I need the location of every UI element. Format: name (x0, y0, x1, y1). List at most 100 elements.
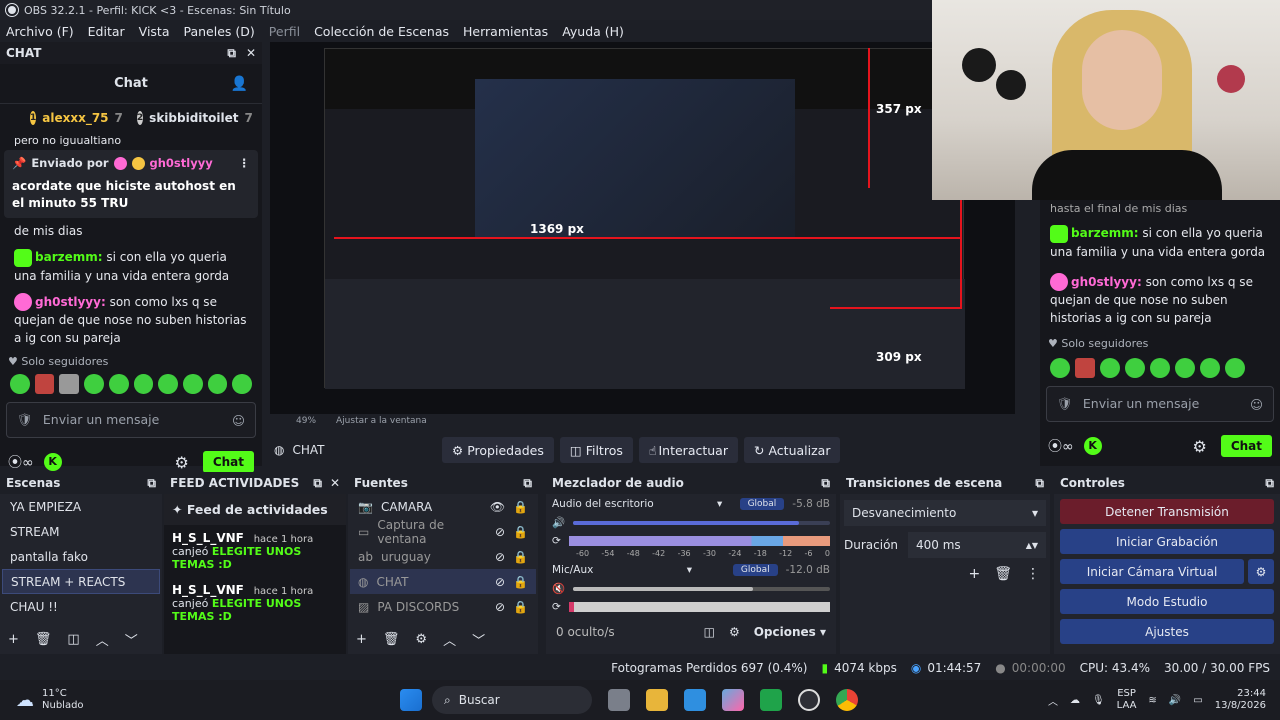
transition-select[interactable]: Desvanecimiento ▾ (844, 500, 1046, 526)
up-icon[interactable]: ︿ (443, 630, 456, 649)
down-icon[interactable]: ﹀ (125, 630, 138, 649)
undock-icon[interactable]: ⧉ (227, 46, 236, 61)
trash-icon[interactable]: 🗑 (383, 632, 400, 647)
close-icon[interactable]: ✕ (330, 476, 340, 491)
undock-icon[interactable]: ⧉ (523, 476, 532, 491)
scene-item[interactable]: STREAM (2, 519, 160, 544)
gear-icon[interactable]: ⚙ (415, 632, 427, 647)
language-indicator[interactable]: ESP LAA (1117, 688, 1137, 712)
excel-icon[interactable] (760, 689, 782, 711)
emote-icon[interactable] (158, 374, 178, 394)
more-icon[interactable]: ⋮ (1026, 566, 1040, 582)
eye-off-icon[interactable]: ⊘ (495, 575, 505, 589)
chat-button[interactable]: Chat (202, 451, 254, 473)
menu-herramientas[interactable]: Herramientas (463, 24, 548, 39)
preview-canvas[interactable]: 1369 px 357 px 309 px (270, 42, 1015, 414)
trash-icon[interactable]: 🗑 (35, 632, 52, 647)
filters-button[interactable]: ◫ Filtros (559, 437, 633, 463)
stop-stream-button[interactable]: Detener Transmisión (1060, 499, 1274, 524)
emoji-icon[interactable]: ☺ (1250, 397, 1263, 412)
emoji-icon[interactable]: ☺ (232, 413, 245, 428)
add-icon[interactable]: + (356, 632, 367, 647)
emote-icon[interactable] (84, 374, 104, 394)
virtual-camera-button[interactable]: Iniciar Cámara Virtual (1060, 559, 1244, 584)
task-view-icon[interactable] (608, 689, 630, 711)
undock-icon[interactable]: ⧉ (147, 476, 156, 491)
copilot-icon[interactable] (722, 689, 744, 711)
settings-icon[interactable]: ⟳ (552, 601, 561, 613)
lock-icon[interactable]: 🔒 (513, 500, 528, 514)
users-icon[interactable]: 👤 (231, 76, 248, 92)
send-message-input[interactable]: 🛡 Enviar un mensaje ☺ (1046, 386, 1274, 422)
close-icon[interactable]: ✕ (246, 46, 256, 61)
menu-archivo[interactable]: Archivo (F) (6, 24, 74, 39)
undock-icon[interactable]: ⧉ (313, 476, 322, 491)
eye-off-icon[interactable]: ⊘ (495, 525, 505, 539)
duration-input[interactable]: 400 ms ▲▼ (908, 532, 1046, 558)
battery-icon[interactable]: ▭ (1193, 695, 1202, 706)
chat-username[interactable]: barzemm: (35, 250, 103, 264)
windows-start-icon[interactable] (400, 689, 422, 711)
gear-icon[interactable]: ⚙ (174, 453, 188, 472)
kick-icon[interactable]: K (1083, 437, 1102, 455)
emote-icon[interactable] (108, 374, 129, 394)
fit-mode[interactable]: Ajustar a la ventana (336, 416, 427, 426)
menu-editar[interactable]: Editar (88, 24, 125, 39)
lock-icon[interactable]: 🔒 (513, 550, 528, 564)
taskbar-search[interactable]: ⌕ Buscar (432, 686, 592, 714)
start-recording-button[interactable]: Iniciar Grabación (1060, 529, 1274, 554)
emote-icon[interactable] (1150, 358, 1170, 378)
emote-icon[interactable] (1050, 358, 1070, 378)
clock[interactable]: 23:44 13/8/2026 (1215, 688, 1266, 712)
emote-icon[interactable] (1125, 358, 1145, 378)
settings-button[interactable]: Ajustes (1060, 619, 1274, 644)
global-badge[interactable]: Global (732, 564, 778, 576)
lock-icon[interactable]: 🔒 (513, 575, 528, 589)
store-icon[interactable] (684, 689, 706, 711)
add-icon[interactable]: + (968, 566, 980, 582)
file-explorer-icon[interactable] (646, 689, 668, 711)
leader-1-name[interactable]: alexxx_75 (42, 111, 108, 125)
emote-icon[interactable] (133, 374, 154, 394)
zoom-level[interactable]: 49% (296, 416, 316, 426)
add-icon[interactable]: + (8, 632, 19, 647)
gear-icon[interactable]: ⚙ (1192, 437, 1206, 456)
undock-icon[interactable]: ⧉ (821, 476, 830, 491)
cloud-sync-icon[interactable]: ☁ (1070, 695, 1080, 706)
mic-icon[interactable]: 🎙 (1092, 695, 1105, 706)
menu-vista[interactable]: Vista (139, 24, 170, 39)
kick-icon[interactable]: K (43, 453, 62, 471)
wifi-icon[interactable]: ≋ (1148, 695, 1156, 706)
studio-mode-button[interactable]: Modo Estudio (1060, 589, 1274, 614)
emote-icon[interactable] (10, 374, 30, 394)
feed-user[interactable]: H_S_L_VNF (172, 531, 244, 545)
eye-icon[interactable]: 👁 (490, 500, 505, 514)
emote-icon[interactable] (1075, 358, 1095, 378)
source-item[interactable]: ▭ Captura de ventana ⊘ 🔒 (350, 518, 536, 546)
trash-icon[interactable]: 🗑 (994, 566, 1012, 582)
speaker-icon[interactable]: 🔊 (552, 516, 565, 529)
refresh-button[interactable]: ↻ Actualizar (743, 437, 841, 463)
emote-icon[interactable] (1175, 358, 1195, 378)
scene-item[interactable]: pantalla fako (2, 544, 160, 569)
menu-paneles[interactable]: Paneles (D) (184, 24, 255, 39)
eye-off-icon[interactable]: ⊘ (495, 550, 505, 564)
up-icon[interactable]: ︿ (96, 630, 109, 649)
emote-icon[interactable] (1200, 358, 1220, 378)
emote-icon[interactable] (1225, 358, 1245, 378)
filter-icon[interactable]: ◫ (67, 632, 79, 647)
chat-username[interactable]: barzemm: (1071, 226, 1139, 240)
obs-taskbar-icon[interactable] (798, 689, 820, 711)
volume-icon[interactable]: 🔊 (1169, 695, 1181, 706)
emote-icon[interactable] (1100, 358, 1120, 378)
options-button[interactable]: Opciones ▾ (754, 625, 826, 639)
volume-slider[interactable] (573, 586, 830, 591)
eye-off-icon[interactable]: ⊘ (495, 600, 505, 614)
interact-button[interactable]: ☝ Interactuar (638, 437, 738, 463)
gear-icon[interactable]: ⚙ (729, 625, 740, 639)
properties-button[interactable]: ⚙ Propiedades (442, 437, 554, 463)
spinner-icon[interactable]: ▲▼ (1026, 541, 1038, 550)
emote-icon[interactable] (59, 374, 80, 394)
source-item[interactable]: 📷 CAMARA 👁 🔒 (350, 494, 536, 519)
chevron-down-icon[interactable]: ▾ (687, 564, 692, 576)
